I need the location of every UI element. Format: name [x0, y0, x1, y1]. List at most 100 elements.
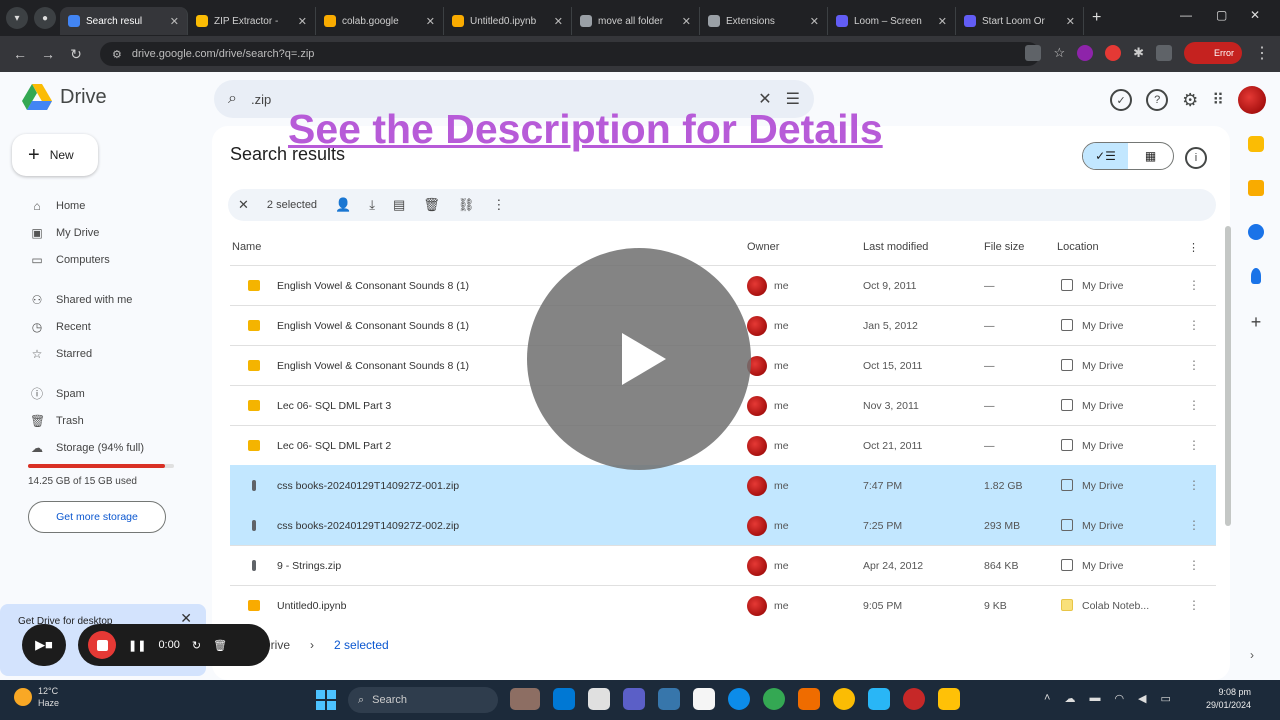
back-icon[interactable]: ← [6, 46, 34, 62]
list-view-icon[interactable]: ✓☰ [1083, 143, 1128, 169]
download-icon[interactable]: ⤓ [369, 197, 375, 213]
close-tab-icon[interactable]: ✕ [1066, 15, 1075, 28]
contacts-icon[interactable] [1251, 268, 1261, 284]
side-panel-icon[interactable] [1156, 45, 1172, 61]
speaker-icon[interactable]: ◀ [1138, 692, 1146, 705]
chrome-profile-icon[interactable] [903, 688, 925, 710]
tab-menu-icon[interactable]: ● [34, 7, 56, 29]
cast-icon[interactable] [1025, 45, 1042, 61]
details-info-icon[interactable]: i [1185, 147, 1207, 169]
column-location[interactable]: Location [1057, 241, 1099, 253]
close-tab-icon[interactable]: ✕ [426, 15, 435, 28]
sidebar-item[interactable]: ▣ My Drive [0, 219, 200, 246]
sidebar-item[interactable]: ⚇ Shared with me [0, 286, 200, 313]
file-location[interactable]: Colab Noteb... [1082, 600, 1149, 612]
show-hidden-icon[interactable]: ˄ [1044, 692, 1050, 705]
cloud-icon[interactable]: ☁ [1064, 692, 1075, 705]
table-row[interactable]: css books-20240129T140927Z-002.zip me 7:25… [230, 505, 1216, 545]
tasks-icon[interactable] [1248, 224, 1264, 240]
browser-tab[interactable]: colab.google ✕ [316, 7, 444, 35]
settings-gear-icon[interactable]: ⚙ [1182, 90, 1198, 111]
file-name[interactable]: 9 - Strings.zip [277, 560, 341, 572]
offline-status-icon[interactable]: ✓ [1110, 89, 1133, 111]
file-location[interactable]: My Drive [1082, 560, 1123, 572]
add-addon-icon[interactable]: + [1244, 312, 1268, 333]
files-app-icon[interactable] [588, 688, 610, 710]
start-button-icon[interactable] [316, 690, 336, 710]
view-toggle[interactable]: ✓☰ ▦ [1082, 142, 1174, 170]
chevron-right-icon[interactable]: › [1250, 648, 1254, 662]
widget-app-icon[interactable] [510, 688, 540, 710]
row-more-icon[interactable]: ⋮ [1188, 318, 1200, 332]
close-tab-icon[interactable]: ✕ [810, 15, 819, 28]
bookmark-star-icon[interactable]: ☆ [1053, 45, 1065, 61]
close-window-icon[interactable]: ✕ [1250, 8, 1260, 22]
extension-icon-2[interactable] [1105, 45, 1122, 61]
browser-tab[interactable]: Loom – Screen ✕ [828, 7, 956, 35]
keep-icon[interactable] [1248, 180, 1264, 196]
sidebar-item[interactable]: ⓘ Spam [0, 380, 200, 407]
file-name[interactable]: English Vowel & Consonant Sounds 8 (1) [277, 360, 469, 372]
browser-tab[interactable]: ZIP Extractor - ✕ [188, 7, 316, 35]
row-more-icon[interactable]: ⋮ [1188, 438, 1200, 452]
sidebar-item[interactable]: ▭ Computers [0, 246, 200, 273]
file-location[interactable]: My Drive [1082, 360, 1123, 372]
extensions-puzzle-icon[interactable]: ✱ [1133, 45, 1144, 61]
app-icon[interactable] [798, 688, 820, 710]
reload-icon[interactable]: ↻ [62, 46, 90, 63]
close-tab-icon[interactable]: ✕ [682, 15, 691, 28]
file-explorer-icon[interactable] [938, 688, 960, 710]
breadcrumb-current[interactable]: 2 selected [334, 638, 389, 652]
app-tray-icon[interactable]: ▬ [1089, 692, 1100, 705]
chrome-icon[interactable] [763, 688, 785, 710]
calendar-icon[interactable] [1248, 136, 1264, 152]
file-location[interactable]: My Drive [1082, 440, 1123, 452]
row-more-icon[interactable]: ⋮ [1188, 478, 1200, 492]
file-name[interactable]: css books-20240129T140927Z-001.zip [277, 480, 459, 492]
account-avatar[interactable] [1238, 86, 1266, 114]
row-more-icon[interactable]: ⋮ [1188, 558, 1200, 572]
sidebar-item[interactable]: 🗑 Trash [0, 407, 200, 434]
file-location[interactable]: My Drive [1082, 320, 1123, 332]
row-more-icon[interactable]: ⋮ [1188, 598, 1200, 612]
file-location[interactable]: My Drive [1082, 520, 1123, 532]
taskbar-search[interactable]: ⌕ Search [348, 687, 498, 713]
more-actions-icon[interactable]: ⋮ [492, 197, 505, 213]
grid-view-icon[interactable]: ▦ [1128, 143, 1173, 169]
close-tab-icon[interactable]: ✕ [170, 15, 179, 28]
file-name[interactable]: Untitled0.ipynb [277, 600, 346, 612]
stop-recording-button[interactable] [88, 631, 116, 659]
table-row[interactable]: css books-20240129T140927Z-001.zip me 7:47… [230, 465, 1216, 505]
copy-link-icon[interactable]: ⛓ [458, 197, 475, 213]
restart-icon[interactable]: ↻ [192, 639, 201, 652]
file-location[interactable]: My Drive [1082, 400, 1123, 412]
column-owner[interactable]: Owner [747, 241, 779, 253]
get-more-storage-button[interactable]: Get more storage [28, 501, 166, 533]
file-name[interactable]: Lec 06- SQL DML Part 3 [277, 400, 391, 412]
tab-search-icon[interactable]: ▾ [6, 7, 28, 29]
column-options-icon[interactable]: ⋮ [1188, 241, 1199, 254]
file-name[interactable]: English Vowel & Consonant Sounds 8 (1) [277, 280, 469, 292]
search-input[interactable]: .zip [251, 92, 744, 107]
row-more-icon[interactable]: ⋮ [1188, 518, 1200, 532]
video-play-button[interactable] [527, 248, 751, 470]
close-tab-icon[interactable]: ✕ [298, 15, 307, 28]
browser-tab[interactable]: Untitled0.ipynb ✕ [444, 7, 572, 35]
extension-icon[interactable] [1077, 45, 1094, 61]
scrollbar[interactable] [1225, 226, 1231, 526]
help-icon[interactable]: ? [1146, 89, 1169, 111]
pause-icon[interactable]: ❚❚ [128, 639, 146, 652]
task-view-icon[interactable] [553, 688, 575, 710]
column-file-size[interactable]: File size [984, 241, 1024, 253]
row-more-icon[interactable]: ⋮ [1188, 358, 1200, 372]
notepad-icon[interactable] [693, 688, 715, 710]
file-name[interactable]: css books-20240129T140927Z-002.zip [277, 520, 459, 532]
browser-tab[interactable]: Extensions ✕ [700, 7, 828, 35]
file-name[interactable]: English Vowel & Consonant Sounds 8 (1) [277, 320, 469, 332]
column-last-modified[interactable]: Last modified [863, 241, 928, 253]
browser-tab[interactable]: Start Loom Or ✕ [956, 7, 1084, 35]
drive-logo[interactable]: Drive [22, 84, 107, 110]
battery-icon[interactable]: ▭ [1161, 692, 1171, 705]
app-icon-2[interactable] [868, 688, 890, 710]
sidebar-item[interactable]: ⌂ Home [0, 192, 200, 219]
